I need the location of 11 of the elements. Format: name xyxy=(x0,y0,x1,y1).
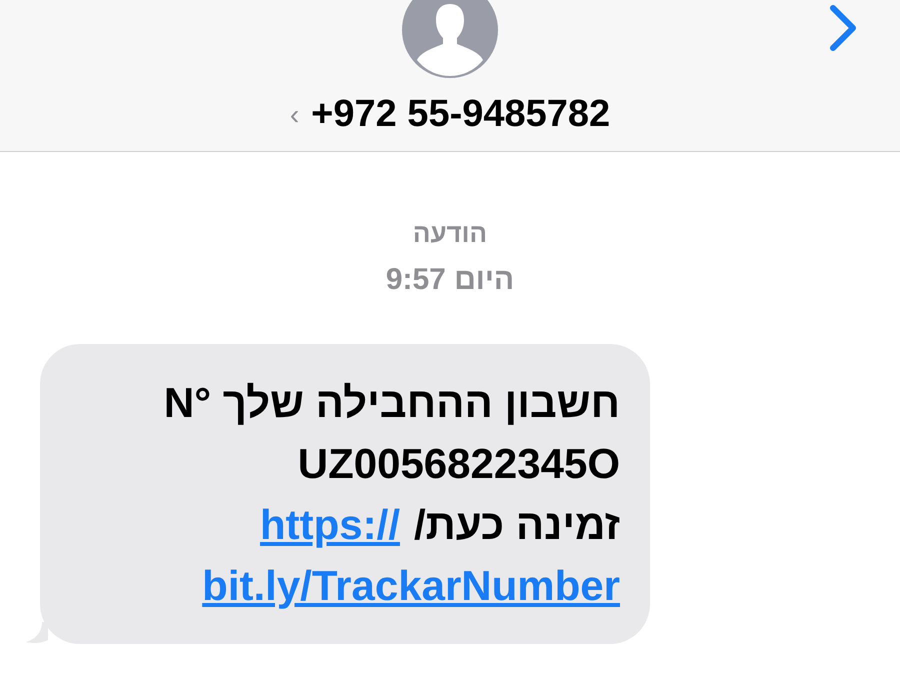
chevron-right-icon[interactable] xyxy=(828,4,858,52)
message-link[interactable]: bit.ly/TrackarNumber xyxy=(202,555,620,616)
message-text-line: חשבון ההחבילה שלך N° xyxy=(164,378,620,428)
message-text-line: UZ0056822345O xyxy=(298,439,620,489)
message-link[interactable]: https:// xyxy=(260,494,400,555)
message-text-line: זמינה כעת/ xyxy=(414,500,620,550)
back-chevron[interactable]: ‹ xyxy=(290,94,300,136)
avatar-icon[interactable] xyxy=(402,0,498,78)
contact-name[interactable]: +972 55-9485782 xyxy=(311,86,610,143)
message-type-label: הודעה xyxy=(412,217,488,250)
message-time: היום 9:57 xyxy=(386,262,514,298)
